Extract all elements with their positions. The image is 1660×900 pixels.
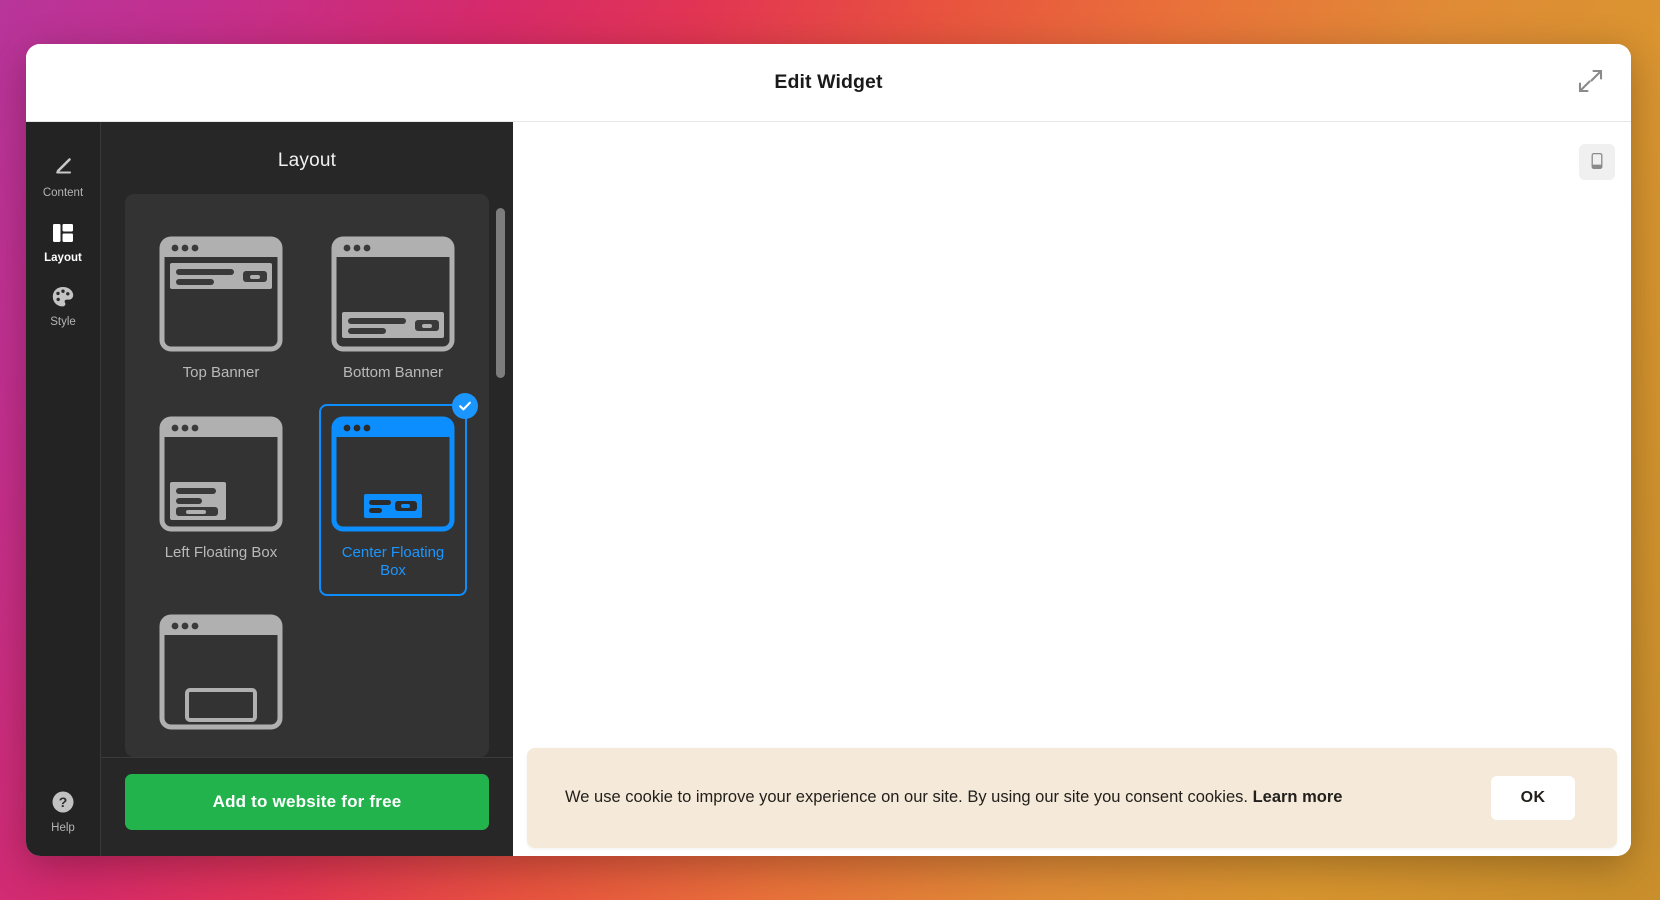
layout-card-bottom-banner[interactable]: Bottom Banner — [319, 224, 467, 398]
palette-icon — [50, 284, 76, 310]
panel-title: Layout — [277, 150, 337, 171]
layout-card-top-banner[interactable]: Top Banner — [147, 224, 295, 398]
cookie-banner-text: We use cookie to improve your experience… — [565, 786, 1342, 809]
left-floating-box-thumbnail — [159, 416, 283, 532]
layout-card-partial[interactable] — [147, 602, 295, 757]
svg-text:?: ? — [59, 794, 68, 810]
layout-card-left-floating-box[interactable]: Left Floating Box — [147, 404, 295, 596]
check-circle-icon — [452, 393, 478, 419]
layout-card-label: Left Floating Box — [164, 544, 278, 561]
layout-columns-icon — [51, 220, 75, 246]
partial-layout-thumbnail — [159, 614, 283, 730]
sidebar-rail: Content Layout Style ? Help — [26, 122, 100, 856]
cookie-ok-button[interactable]: OK — [1491, 776, 1575, 820]
page-title: Edit Widget — [774, 71, 883, 93]
sidebar-item-style[interactable]: Style — [26, 273, 100, 338]
sidebar-item-label: Layout — [44, 251, 82, 264]
mobile-phone-icon — [1588, 152, 1606, 173]
layout-card-center-floating-box[interactable]: Center Floating Box — [319, 393, 478, 596]
modal-header: Edit Widget — [26, 44, 1631, 122]
panel-scrollbar-thumb[interactable] — [496, 208, 505, 378]
widget-preview-area: We use cookie to improve your experience… — [513, 122, 1631, 856]
learn-more-link[interactable]: Learn more — [1253, 788, 1343, 806]
panel-footer: Add to website for free — [101, 757, 513, 856]
pencil-icon — [50, 155, 76, 181]
layout-cards-scroll-area: Top Banner Bottom Banner Left Floating B… — [101, 194, 513, 757]
modal-body: Content Layout Style ? Help Layout Top B… — [26, 122, 1631, 856]
expand-diagonal-icon — [1577, 68, 1603, 97]
layout-card-label: Bottom Banner — [342, 364, 444, 381]
edit-widget-modal: Edit Widget Content Layout Style ? Help … — [26, 44, 1631, 856]
layout-card-label: Top Banner — [182, 364, 260, 381]
sidebar-item-label: Style — [50, 316, 76, 328]
top-banner-thumbnail — [159, 236, 283, 352]
layout-settings-panel: Layout Top Banner Bottom Banner Left Flo… — [100, 122, 513, 856]
add-to-website-button[interactable]: Add to website for free — [125, 774, 489, 830]
expand-button[interactable] — [1571, 64, 1609, 102]
question-circle-icon: ? — [51, 789, 75, 815]
sidebar-item-label: Content — [42, 187, 84, 199]
layout-card-grid: Top Banner Bottom Banner Left Floating B… — [147, 224, 478, 757]
layout-cards-well: Top Banner Bottom Banner Left Floating B… — [125, 194, 489, 757]
sidebar-item-layout[interactable]: Layout — [26, 209, 100, 274]
help-label: Help — [51, 821, 75, 834]
help-button[interactable]: ? Help — [26, 789, 100, 835]
cookie-consent-banner: We use cookie to improve your experience… — [527, 748, 1617, 848]
bottom-banner-thumbnail — [331, 236, 455, 352]
layout-card-label: Center Floating Box — [341, 544, 445, 579]
center-floating-box-thumbnail — [331, 416, 455, 532]
cookie-banner-message: We use cookie to improve your experience… — [565, 788, 1253, 807]
sidebar-item-content[interactable]: Content — [26, 144, 100, 209]
mobile-preview-toggle[interactable] — [1579, 144, 1615, 180]
